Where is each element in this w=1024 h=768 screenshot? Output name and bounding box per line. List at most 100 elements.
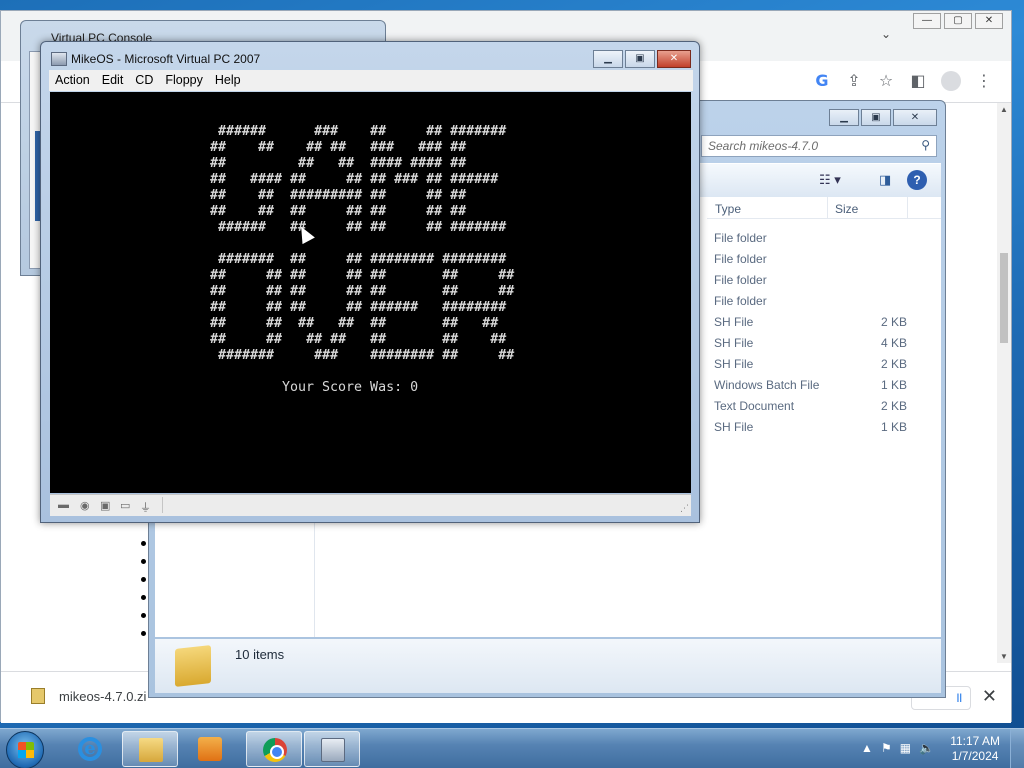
file-type: SH File [714,357,754,371]
vpc-minimize-button[interactable]: ▁ [593,50,623,68]
explorer-search-box[interactable]: Search mikeos-4.7.0 ⚲ [701,135,937,157]
column-divider[interactable] [827,197,828,219]
game-over-ascii-art: ###### ### ## ## ####### ## ## ## ## ###… [210,124,515,363]
column-header-type[interactable]: Type [715,202,741,216]
chrome-close-button[interactable]: ✕ [975,13,1003,29]
help-icon[interactable]: ? [907,170,927,190]
action-center-icon[interactable]: ⚑ [881,741,892,755]
media-player-icon [198,737,222,761]
page-bullet-list [141,541,146,649]
list-bullet [141,577,146,582]
side-panel-icon[interactable]: ◧ [909,71,927,91]
vpc-window-title: MikeOS - Microsoft Virtual PC 2007 [71,52,261,66]
system-tray: ▲ ⚑ ▦ 🔈 [861,741,934,755]
list-bullet [141,613,146,618]
profile-avatar-icon[interactable] [941,71,961,91]
vpc-status-bar: ▬ ◉ ▣ ▭ ⏚ ⋰ [50,494,691,516]
file-row[interactable]: File folder [707,269,941,290]
share-icon[interactable]: ⇪ [845,71,863,91]
file-row[interactable]: File folder [707,290,941,311]
taskbar-windows-explorer[interactable] [122,731,178,767]
search-icon[interactable]: ⚲ [921,138,930,152]
file-row[interactable]: Text Document 2 KB [707,395,941,416]
taskbar-internet-explorer[interactable]: e [62,731,118,767]
explorer-maximize-button[interactable]: ▣ [861,109,891,126]
scrollbar-thumb[interactable] [1000,253,1008,343]
file-type: File folder [714,294,767,308]
file-size: 4 KB [880,336,907,350]
file-type: Windows Batch File [714,378,820,392]
file-type: File folder [714,252,767,266]
menu-floppy[interactable]: Floppy [165,70,211,91]
file-row[interactable]: File folder [707,227,941,248]
tab-search-chevron-icon[interactable]: ⌄ [881,27,891,41]
close-download-shelf-icon[interactable]: ✕ [982,686,997,707]
more-menu-icon[interactable]: ⋮ [975,71,993,91]
menu-cd[interactable]: CD [135,70,161,91]
clock-time: 11:17 AM [950,734,1000,748]
vpc-maximize-button[interactable]: ▣ [625,50,655,68]
vpc-close-button[interactable]: ✕ [657,50,691,68]
file-row[interactable]: Windows Batch File 1 KB [707,374,941,395]
folder-icon [139,738,163,762]
file-row[interactable]: SH File 4 KB [707,332,941,353]
menu-action[interactable]: Action [55,70,98,91]
chrome-window-controls: — ▢ ✕ [910,13,1003,29]
file-row[interactable]: File folder [707,248,941,269]
explorer-details-pane: 10 items [155,639,941,693]
vpc-menu-bar: Action Edit CD Floppy Help [49,70,693,91]
floppy-disk-icon[interactable]: ▣ [100,499,110,512]
hard-disk-icon[interactable]: ▬ [58,499,69,511]
column-divider[interactable] [907,197,908,219]
network-icon[interactable]: ▦ [900,741,911,755]
windows-logo-lower [18,750,34,758]
taskbar-media-player[interactable] [182,731,238,767]
chrome-minimize-button[interactable]: — [913,13,941,29]
start-button[interactable] [6,731,44,768]
bookmark-star-icon[interactable]: ☆ [877,71,895,91]
taskbar-clock[interactable]: 11:17 AM 1/7/2024 [950,734,1000,764]
page-scrollbar[interactable]: ▲ ▼ [997,103,1011,663]
file-size: 1 KB [880,378,907,392]
file-row[interactable]: SH File 1 KB [707,416,941,437]
download-item[interactable]: mikeos-4.7.0.zi [31,688,146,704]
search-placeholder: Search mikeos-4.7.0 [708,139,819,153]
file-type: SH File [714,336,754,350]
preview-pane-icon[interactable]: ◨ [879,172,891,188]
menu-help[interactable]: Help [215,70,249,91]
google-lens-icon[interactable]: G [813,71,831,91]
list-bullet [141,595,146,600]
mikeos-vpc-window: MikeOS - Microsoft Virtual PC 2007 ▁ ▣ ✕… [40,41,700,523]
list-bullet [141,631,146,636]
score-text: Your Score Was: 0 [282,380,419,395]
virtual-pc-icon [321,738,345,762]
network-adapter-icon[interactable]: ⏚ [140,499,151,515]
explorer-minimize-button[interactable]: ▁ [829,109,859,126]
explorer-close-button[interactable]: ✕ [893,109,937,126]
scroll-up-arrow-icon[interactable]: ▲ [1000,105,1008,114]
shared-folder-icon[interactable]: ▭ [120,499,130,512]
taskbar-virtual-pc[interactable] [304,731,360,767]
menu-edit[interactable]: Edit [102,70,132,91]
file-size: 1 KB [880,420,907,434]
file-type: File folder [714,231,767,245]
status-separator [162,497,163,513]
change-view-icon[interactable]: ☷ ▾ [819,172,841,188]
vm-display-screen[interactable]: ###### ### ## ## ####### ## ## ## ## ###… [50,92,691,493]
volume-muted-icon[interactable]: 🔈 [919,741,934,755]
file-row[interactable]: SH File 2 KB [707,311,941,332]
file-type: File folder [714,273,767,287]
taskbar-google-chrome[interactable] [246,731,302,767]
list-bullet [141,541,146,546]
scroll-down-arrow-icon[interactable]: ▼ [1000,652,1008,661]
resize-grip-icon[interactable]: ⋰ [680,503,689,514]
file-row[interactable]: SH File 2 KB [707,353,941,374]
file-size: 2 KB [880,399,907,413]
windows-taskbar: e ▲ ⚑ ▦ 🔈 11:17 AM 1/7/2024 [0,728,1024,768]
show-desktop-button[interactable] [1010,729,1024,768]
cd-drive-icon[interactable]: ◉ [80,499,90,512]
column-header-size[interactable]: Size [835,202,858,216]
file-size: 2 KB [880,315,907,329]
show-hidden-icons-icon[interactable]: ▲ [861,741,873,755]
chrome-maximize-button[interactable]: ▢ [944,13,972,29]
